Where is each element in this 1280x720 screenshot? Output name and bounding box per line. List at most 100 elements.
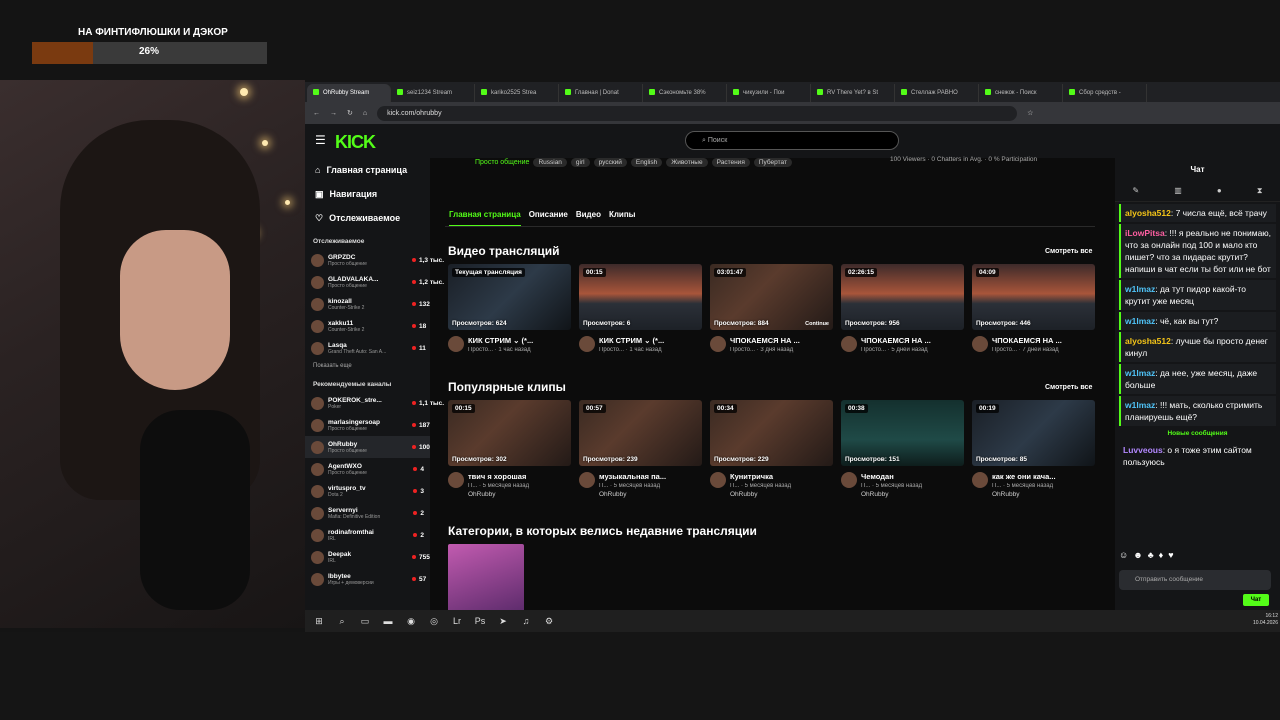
sidebar-channel[interactable]: marlasingersoap Просто общение 187 xyxy=(305,414,430,436)
browser-tab[interactable]: Сбор средств - xyxy=(1063,84,1147,102)
video-thumbnail[interactable]: 02:26:15 Просмотров: 956 xyxy=(841,264,964,330)
video-thumbnail[interactable]: 03:01:47 Просмотров: 884 Continue xyxy=(710,264,833,330)
browser-tab[interactable]: kariko2525 Strea xyxy=(475,84,559,102)
video-thumbnail[interactable]: Текущая трансляция Просмотров: 624 xyxy=(448,264,571,330)
video-thumbnail[interactable]: 04:09 Просмотров: 446 xyxy=(972,264,1095,330)
clip-author[interactable]: OhRubby xyxy=(861,491,953,498)
emote-icon[interactable]: ☺ xyxy=(1119,550,1128,560)
video-card[interactable]: 00:15 Просмотров: 6 КИК СТРИМ ⌄ (*... Прост… xyxy=(579,264,702,353)
task-view-icon[interactable]: ▭ xyxy=(359,615,371,627)
sidebar-channel[interactable]: rodinafromthai IRL 2 xyxy=(305,524,430,546)
browser-tab[interactable]: RV There Yet? в St xyxy=(811,84,895,102)
channel-tab[interactable]: Клипы xyxy=(609,210,636,226)
bubble-icon[interactable]: ● xyxy=(1217,186,1222,195)
sidebar-channel[interactable]: kinozall Counter-Strike 2 132 xyxy=(305,293,430,315)
emote-icon[interactable]: ♦ xyxy=(1159,550,1164,560)
url-field[interactable]: kick.com/ohrubby xyxy=(377,105,1018,121)
show-more-link[interactable]: Показать еще xyxy=(305,359,430,373)
clip-author[interactable]: OhRubby xyxy=(599,491,691,498)
sidebar-channel[interactable]: virtuspro_tv Dota 2 3 xyxy=(305,480,430,502)
lightroom-icon[interactable]: Lr xyxy=(451,615,463,627)
video-title[interactable]: как же они кача... xyxy=(992,472,1084,481)
video-card[interactable]: 04:09 Просмотров: 446 ЧПОКАЕМСЯ НА ... Прос… xyxy=(972,264,1095,353)
browser-tab[interactable]: снежок - Поиск xyxy=(979,84,1063,102)
video-card[interactable]: 00:38 Просмотров: 151 Чемодан П... · 5 меся… xyxy=(841,400,964,498)
video-thumbnail[interactable]: 00:57 Просмотров: 239 xyxy=(579,400,702,466)
video-title[interactable]: твич я хорошая xyxy=(468,472,560,481)
video-card[interactable]: 00:15 Просмотров: 302 твич я хорошая П... ·… xyxy=(448,400,571,498)
sidebar-channel[interactable]: AgentWXO Просто общение 4 xyxy=(305,458,430,480)
sidebar-channel[interactable]: Servernyi Mafia: Definitive Edition 2 xyxy=(305,502,430,524)
video-title[interactable]: КИК СТРИМ ⌄ (*... xyxy=(599,336,691,345)
video-thumbnail[interactable]: 00:15 Просмотров: 302 xyxy=(448,400,571,466)
video-card[interactable]: 00:34 Просмотров: 229 Кунитричка П... · 5 м… xyxy=(710,400,833,498)
stream-tag[interactable]: girl xyxy=(570,158,590,167)
chat-username[interactable]: w1lmaz xyxy=(1125,368,1155,378)
channel-tab[interactable]: Описание xyxy=(529,210,568,226)
video-thumbnail[interactable]: 00:34 Просмотров: 229 xyxy=(710,400,833,466)
home-icon[interactable]: ⌂ xyxy=(363,110,367,117)
trash-icon[interactable]: ▥ xyxy=(1174,186,1182,195)
nav-home[interactable]: ⌂ Главная страница xyxy=(305,158,430,182)
channel-tab[interactable]: Главная страница xyxy=(449,210,521,226)
chat-input[interactable]: Отправить сообщение xyxy=(1119,570,1271,590)
emote-icon[interactable]: ☻ xyxy=(1133,550,1142,560)
chat-username[interactable]: Luvveous xyxy=(1123,445,1163,455)
stream-tag[interactable]: русский xyxy=(593,158,627,167)
nav-browse[interactable]: ▣ Навигация xyxy=(305,182,430,206)
back-icon[interactable]: ← xyxy=(313,110,320,117)
clips-see-all[interactable]: Смотреть все xyxy=(1045,384,1092,391)
nav-following[interactable]: ♡ Отслеживаемое xyxy=(305,206,430,230)
video-title[interactable]: ЧПОКАЕМСЯ НА ... xyxy=(992,336,1084,345)
obs-icon[interactable]: ◎ xyxy=(428,615,440,627)
videos-see-all[interactable]: Смотреть все xyxy=(1045,248,1092,255)
clip-author[interactable]: OhRubby xyxy=(730,491,822,498)
chat-username[interactable]: alyosha512 xyxy=(1125,336,1171,346)
channel-tab[interactable]: Видео xyxy=(576,210,601,226)
chat-username[interactable]: w1lmaz xyxy=(1125,316,1155,326)
emote-icon[interactable]: ♣ xyxy=(1148,550,1154,560)
video-card[interactable]: 02:26:15 Просмотров: 956 ЧПОКАЕМСЯ НА ... П… xyxy=(841,264,964,353)
stream-tag[interactable]: Растения xyxy=(711,158,750,167)
windows-start-icon[interactable]: ⊞ xyxy=(313,615,325,627)
hourglass-icon[interactable]: ⧗ xyxy=(1257,186,1263,196)
browser-tab[interactable]: чикузили - Пои xyxy=(727,84,811,102)
browser-tab[interactable]: seiz1234 Stream xyxy=(391,84,475,102)
sidebar-channel[interactable]: Lasqa Grand Theft Auto: San A... 11 xyxy=(305,337,430,359)
emote-icon[interactable]: ♥ xyxy=(1168,550,1173,560)
clip-author[interactable]: OhRubby xyxy=(992,491,1084,498)
video-thumbnail[interactable]: 00:19 Просмотров: 85 xyxy=(972,400,1095,466)
chat-username[interactable]: w1lmaz xyxy=(1125,284,1155,294)
telegram-icon[interactable]: ➤ xyxy=(497,615,509,627)
video-title[interactable]: Кунитричка xyxy=(730,472,822,481)
spotify-icon[interactable]: ♫ xyxy=(520,615,532,627)
video-card[interactable]: Текущая трансляция Просмотров: 624 КИК СТР… xyxy=(448,264,571,353)
sidebar-channel[interactable]: POKEROK_stre... Poker 1,1 тыс. xyxy=(305,392,444,414)
video-card[interactable]: 00:19 Просмотров: 85 как же они кача... П..… xyxy=(972,400,1095,498)
stream-tag[interactable]: English xyxy=(630,158,663,167)
browser-tab[interactable]: Сэкономьте 38% xyxy=(643,84,727,102)
video-title[interactable]: ЧПОКАЕМСЯ НА ... xyxy=(861,336,953,345)
browser-tab[interactable]: Стеллаж РАВНО xyxy=(895,84,979,102)
sidebar-channel[interactable]: GRPZDC Просто общение 1,3 тыс. xyxy=(305,249,444,271)
menu-icon[interactable]: ☰ xyxy=(315,133,326,147)
chat-send-button[interactable]: Чат xyxy=(1243,594,1269,606)
sidebar-channel[interactable]: lbbytee Игры + демоверсии 57 xyxy=(305,568,430,590)
star-icon[interactable]: ☆ xyxy=(1027,109,1033,117)
pin-icon[interactable]: ✎ xyxy=(1133,186,1140,195)
chat-username[interactable]: alyosha512 xyxy=(1125,208,1171,218)
chat-username[interactable]: iLowPitsa xyxy=(1125,228,1165,238)
video-thumbnail[interactable]: 00:15 Просмотров: 6 xyxy=(579,264,702,330)
search-icon[interactable]: ⌕ xyxy=(336,615,348,627)
chat-username[interactable]: w1lmaz xyxy=(1125,400,1155,410)
kick-logo[interactable]: KICK xyxy=(335,132,376,153)
forward-icon[interactable]: → xyxy=(330,110,337,117)
stream-tag[interactable]: Russian xyxy=(533,158,567,167)
stream-tag[interactable]: Пубертат xyxy=(753,158,792,167)
chrome-icon[interactable]: ◉ xyxy=(405,615,417,627)
stream-tag[interactable]: Животные xyxy=(666,158,708,167)
video-title[interactable]: КИК СТРИМ ⌄ (*... xyxy=(468,336,560,345)
new-messages-divider[interactable]: Новые сообщения xyxy=(1115,430,1280,437)
sidebar-channel[interactable]: OhRubby Просто общение 100 xyxy=(305,436,430,458)
sidebar-channel[interactable]: GLADVALAKA... Просто общение 1,2 тыс. xyxy=(305,271,444,293)
